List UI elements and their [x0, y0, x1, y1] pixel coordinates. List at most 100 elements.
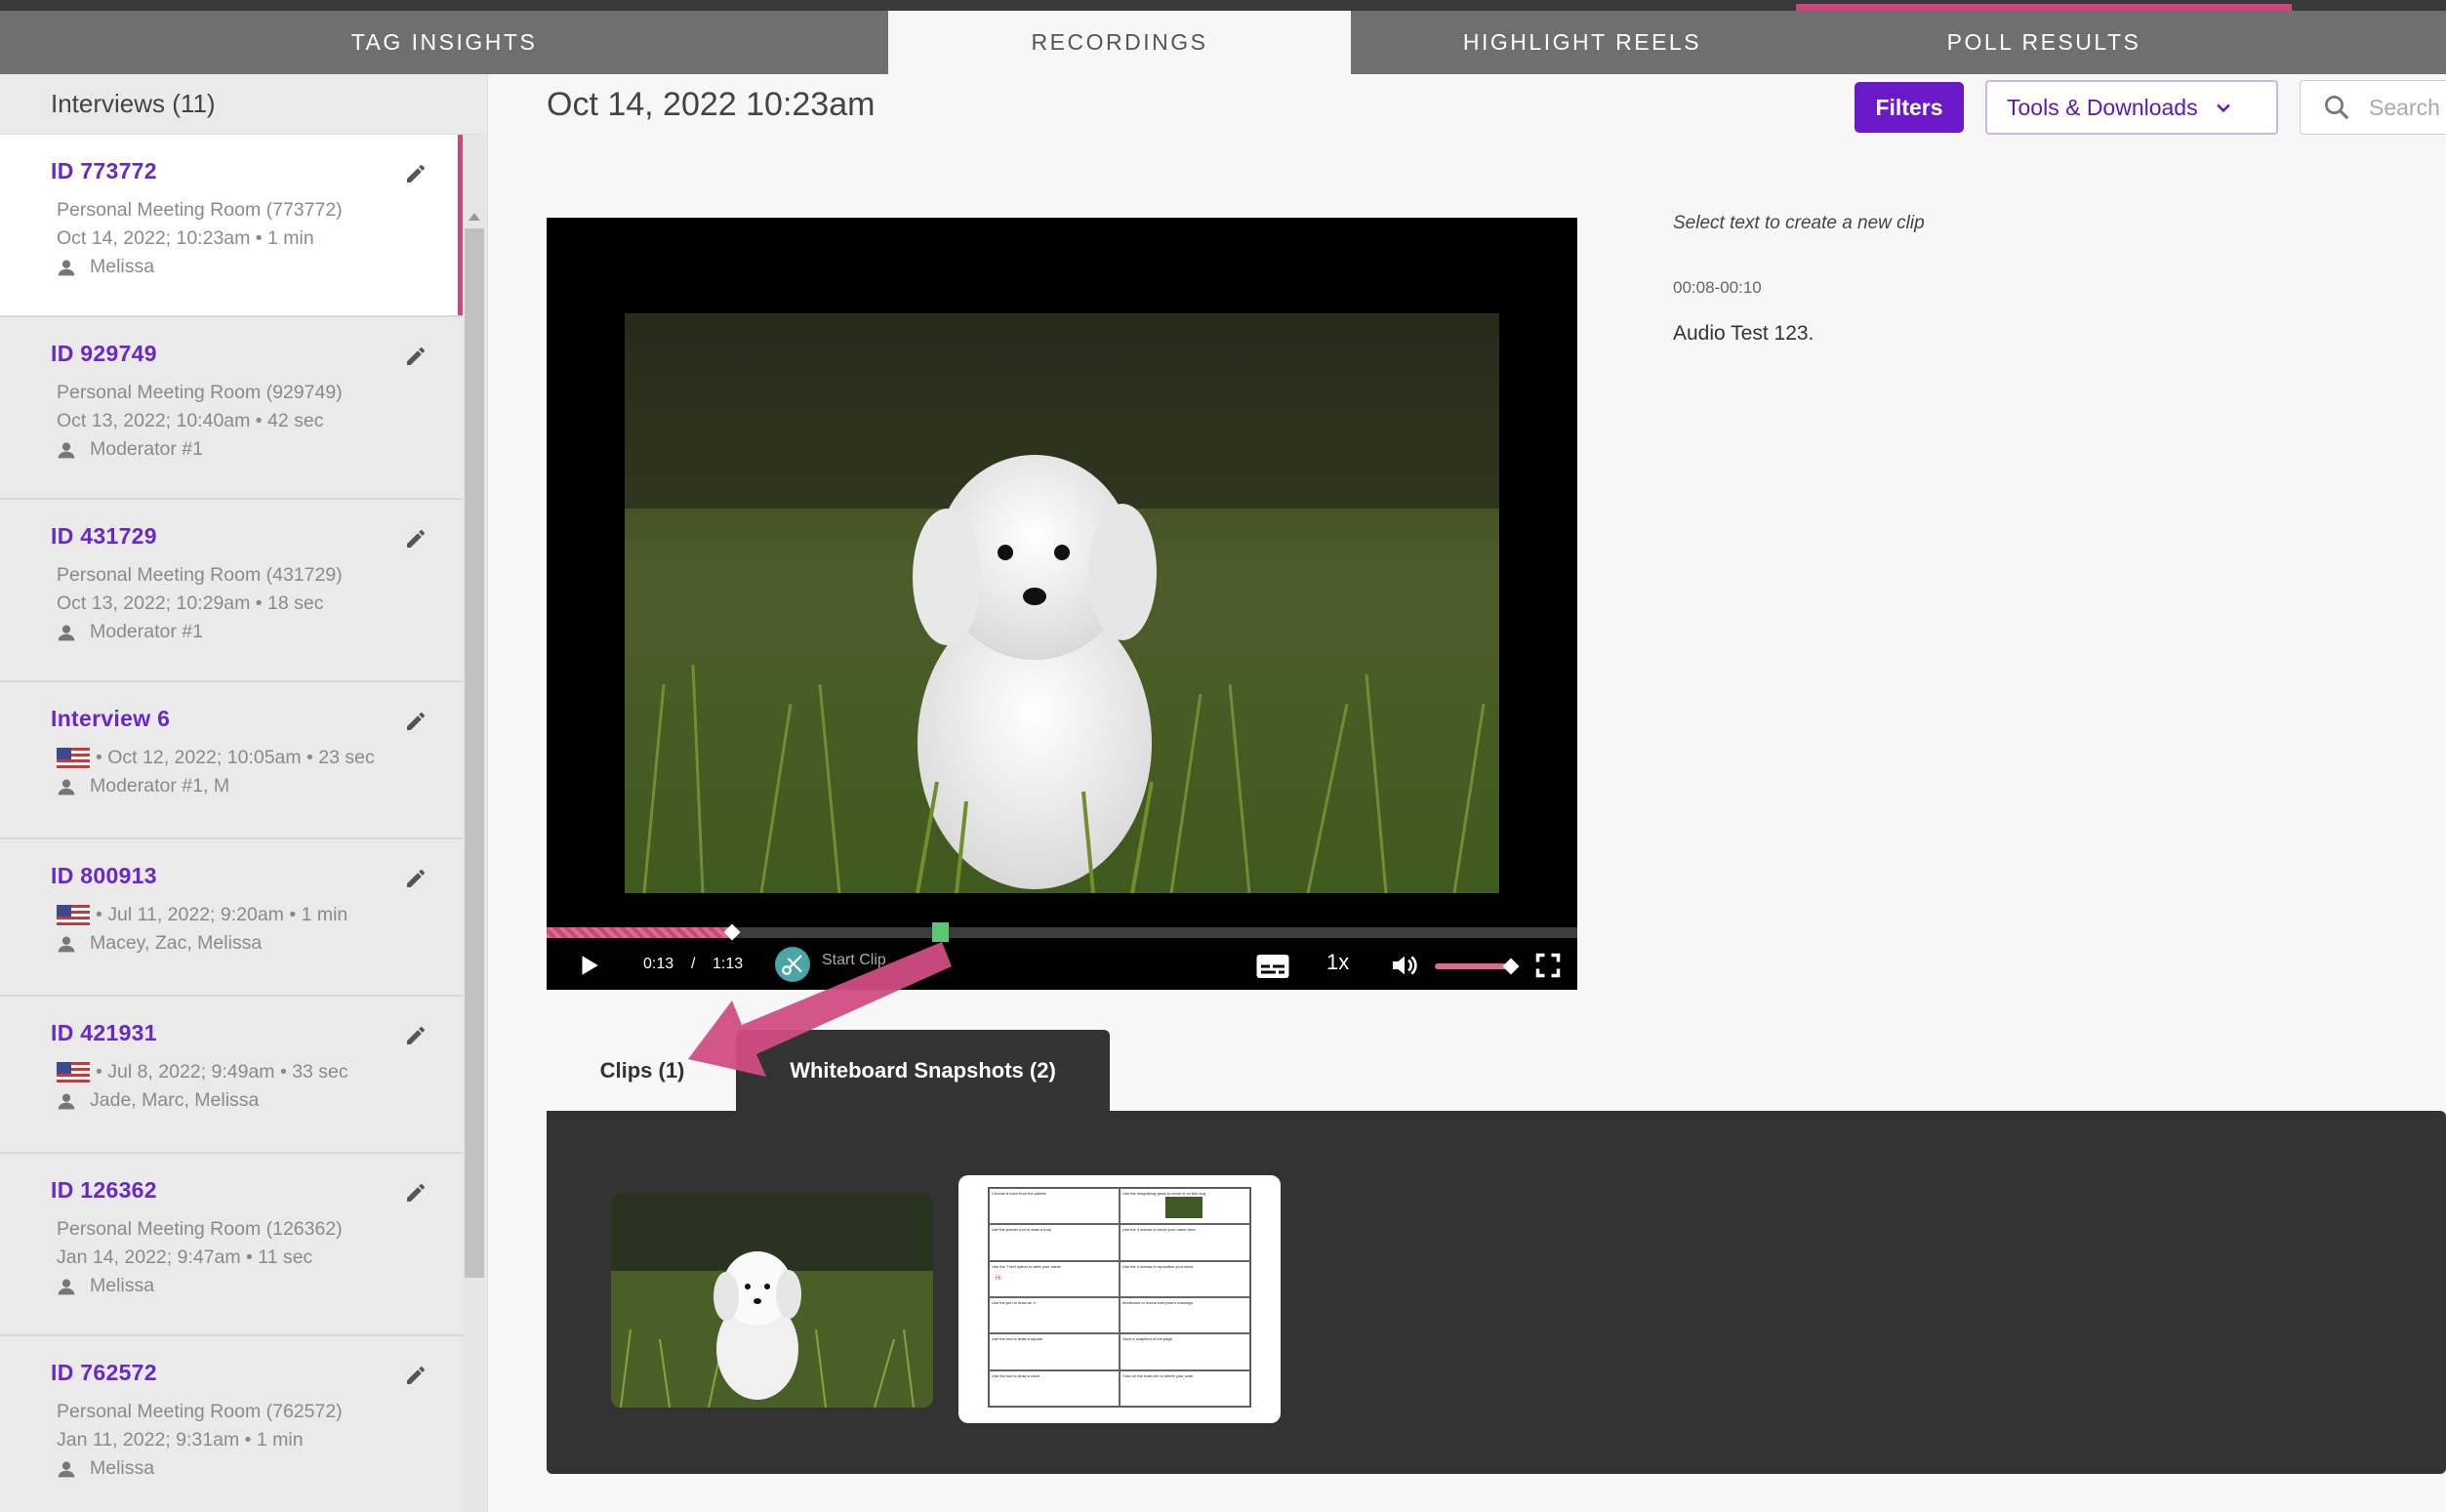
sidebar-scroll-thumb[interactable] — [465, 228, 484, 1278]
edit-pencil-icon[interactable] — [404, 162, 428, 185]
whiteboard-cell: Use the 4 arrows to move your name here — [1120, 1224, 1250, 1261]
person-icon — [58, 442, 75, 458]
participants: Jade, Marc, Melissa — [90, 1089, 260, 1111]
tab-tag-insights[interactable]: TAG INSIGHTS — [0, 11, 888, 74]
us-flag-icon — [57, 747, 90, 769]
person-icon — [58, 625, 75, 640]
interview-card[interactable]: ID 773772 Personal Meeting Room (773772)… — [0, 135, 463, 317]
tools-downloads-button[interactable]: Tools & Downloads — [1985, 80, 2278, 135]
page-title: Oct 14, 2022 10:23am — [547, 86, 876, 123]
date-duration: • Jul 11, 2022; 9:20am • 1 min — [96, 904, 348, 925]
volume-handle[interactable] — [1502, 958, 1520, 975]
annotation-arrow-icon — [688, 942, 952, 1077]
interview-id[interactable]: ID 126362 — [51, 1177, 463, 1204]
participants: Melissa — [90, 1275, 155, 1296]
us-flag-icon — [57, 904, 90, 926]
tools-downloads-label: Tools & Downloads — [2007, 94, 2198, 120]
whiteboard-cell: Choose a color from the palette — [989, 1188, 1120, 1225]
playback-speed[interactable]: 1x — [1326, 950, 1349, 975]
interview-id[interactable]: ID 800913 — [51, 863, 463, 889]
whiteboard-cell: Use the magnifying glass to zoom in on t… — [1120, 1188, 1250, 1225]
search-input[interactable]: Search — [2300, 80, 2446, 135]
edit-pencil-icon[interactable] — [404, 1181, 428, 1205]
person-icon — [58, 260, 75, 275]
whiteboard-cell: Use the pointer tool to draw a loop — [989, 1224, 1120, 1261]
edit-pencil-icon[interactable] — [404, 527, 428, 551]
person-icon — [58, 936, 75, 952]
participants: Melissa — [90, 1457, 155, 1479]
participants: Moderator #1 — [90, 438, 203, 460]
chevron-down-icon — [2216, 103, 2230, 113]
fullscreen-icon[interactable] — [1534, 952, 1562, 979]
interview-id[interactable]: ID 929749 — [51, 341, 463, 367]
scroll-up-arrow-icon[interactable] — [469, 213, 480, 221]
dog-photo-icon — [1165, 1197, 1203, 1218]
volume-slider[interactable] — [1435, 963, 1513, 969]
volume-icon[interactable] — [1388, 950, 1421, 981]
edit-pencil-icon[interactable] — [404, 1364, 428, 1387]
interview-card[interactable]: ID 762572 Personal Meeting Room (762572)… — [0, 1336, 463, 1512]
tab-poll-results[interactable]: POLL RESULTS — [1796, 4, 2292, 74]
us-flag-icon — [57, 1061, 90, 1083]
tab-label: RECORDINGS — [1031, 29, 1208, 55]
edit-pencil-icon[interactable] — [404, 1024, 428, 1047]
snapshot-thumbnail-whiteboard[interactable]: Choose a color from the palette Use the … — [958, 1175, 1281, 1423]
person-icon — [58, 1093, 75, 1109]
date-duration: Jan 11, 2022; 9:31am • 1 min — [57, 1429, 304, 1451]
participants: Moderator #1, M — [90, 775, 230, 797]
participants: Melissa — [90, 256, 155, 277]
whiteboard-cell: Use the pen to draw an X — [989, 1296, 1120, 1334]
play-icon[interactable] — [576, 952, 601, 979]
transcript-hint: Select text to create a new clip — [1673, 213, 1925, 233]
interview-card[interactable]: ID 126362 Personal Meeting Room (126362)… — [0, 1154, 463, 1336]
date-duration: Oct 14, 2022; 10:23am • 1 min — [57, 227, 314, 249]
date-duration: Jan 14, 2022; 9:47am • 11 sec — [57, 1246, 313, 1268]
video-frame-dog — [625, 313, 1499, 893]
interview-id[interactable]: ID 421931 — [51, 1020, 463, 1046]
date-duration: Oct 13, 2022; 10:29am • 18 sec — [57, 593, 324, 614]
edit-pencil-icon[interactable] — [404, 710, 428, 733]
participants: Macey, Zac, Melissa — [90, 932, 263, 954]
whiteboard-cell: Use the T text option to write your name… — [989, 1260, 1120, 1297]
tab-recordings[interactable]: RECORDINGS — [888, 11, 1351, 74]
transcript-text[interactable]: Audio Test 123. — [1673, 322, 1814, 346]
meeting-room: Personal Meeting Room (773772) — [57, 199, 343, 221]
search-icon — [2325, 96, 2349, 120]
meeting-room: Personal Meeting Room (431729) — [57, 564, 343, 586]
snapshots-panel: Choose a color from the palette Use the … — [547, 1111, 2446, 1474]
video-player[interactable]: 0:13 / 1:13 Start Clip 1x — [547, 218, 1577, 990]
search-placeholder: Search — [2369, 94, 2440, 120]
meeting-room: Personal Meeting Room (126362) — [57, 1218, 343, 1240]
interview-id[interactable]: Interview 6 — [51, 706, 463, 732]
transcript-timestamp[interactable]: 00:08-00:10 — [1673, 278, 1762, 298]
edit-pencil-icon[interactable] — [404, 345, 428, 368]
whiteboard-marker-text: Hi — [996, 1275, 1001, 1282]
interview-card[interactable]: ID 421931 • Jul 8, 2022; 9:49am • 33 sec… — [0, 997, 463, 1154]
tab-label: POLL RESULTS — [1946, 29, 2141, 55]
interview-card[interactable]: ID 431729 Personal Meeting Room (431729)… — [0, 500, 463, 682]
tab-highlight-reels[interactable]: HIGHLIGHT REELS — [1351, 11, 1814, 74]
interview-id[interactable]: ID 773772 — [51, 158, 463, 184]
whiteboard-cell: Moderator to reveal everyone's markings — [1120, 1296, 1250, 1334]
tab-label: HIGHLIGHT REELS — [1462, 29, 1702, 55]
whiteboard-cell: Use the tool to draw a square — [989, 1333, 1120, 1370]
participants: Moderator #1 — [90, 621, 203, 642]
sidebar-title: Interviews (11) — [0, 74, 487, 135]
whiteboard-cell: Use the tool to draw a circle — [989, 1369, 1120, 1407]
captions-icon[interactable] — [1255, 952, 1290, 981]
interview-card[interactable]: Interview 6 • Oct 12, 2022; 10:05am • 23… — [0, 682, 463, 839]
whiteboard-cell: Save a snapshot of the page — [1120, 1333, 1250, 1370]
interview-id[interactable]: ID 762572 — [51, 1360, 463, 1386]
interviews-sidebar: Interviews (11) ID 773772 Personal Meeti… — [0, 74, 488, 1512]
whiteboard-cell: Use the 4 arrows to reposition your circ… — [1120, 1260, 1250, 1297]
whiteboard-cell-text: Use the T text option to write your name — [992, 1263, 1061, 1269]
interview-id[interactable]: ID 431729 — [51, 523, 463, 550]
edit-pencil-icon[interactable] — [404, 867, 428, 890]
whiteboard-grid: Choose a color from the palette Use the … — [988, 1187, 1251, 1408]
snapshot-thumbnail-dog[interactable] — [611, 1193, 933, 1408]
interview-card[interactable]: ID 800913 • Jul 11, 2022; 9:20am • 1 min… — [0, 839, 463, 997]
interview-card[interactable]: ID 929749 Personal Meeting Room (929749)… — [0, 317, 463, 500]
person-icon — [58, 779, 75, 795]
date-duration: • Oct 12, 2022; 10:05am • 23 sec — [96, 747, 375, 768]
filters-button[interactable]: Filters — [1855, 82, 1964, 133]
